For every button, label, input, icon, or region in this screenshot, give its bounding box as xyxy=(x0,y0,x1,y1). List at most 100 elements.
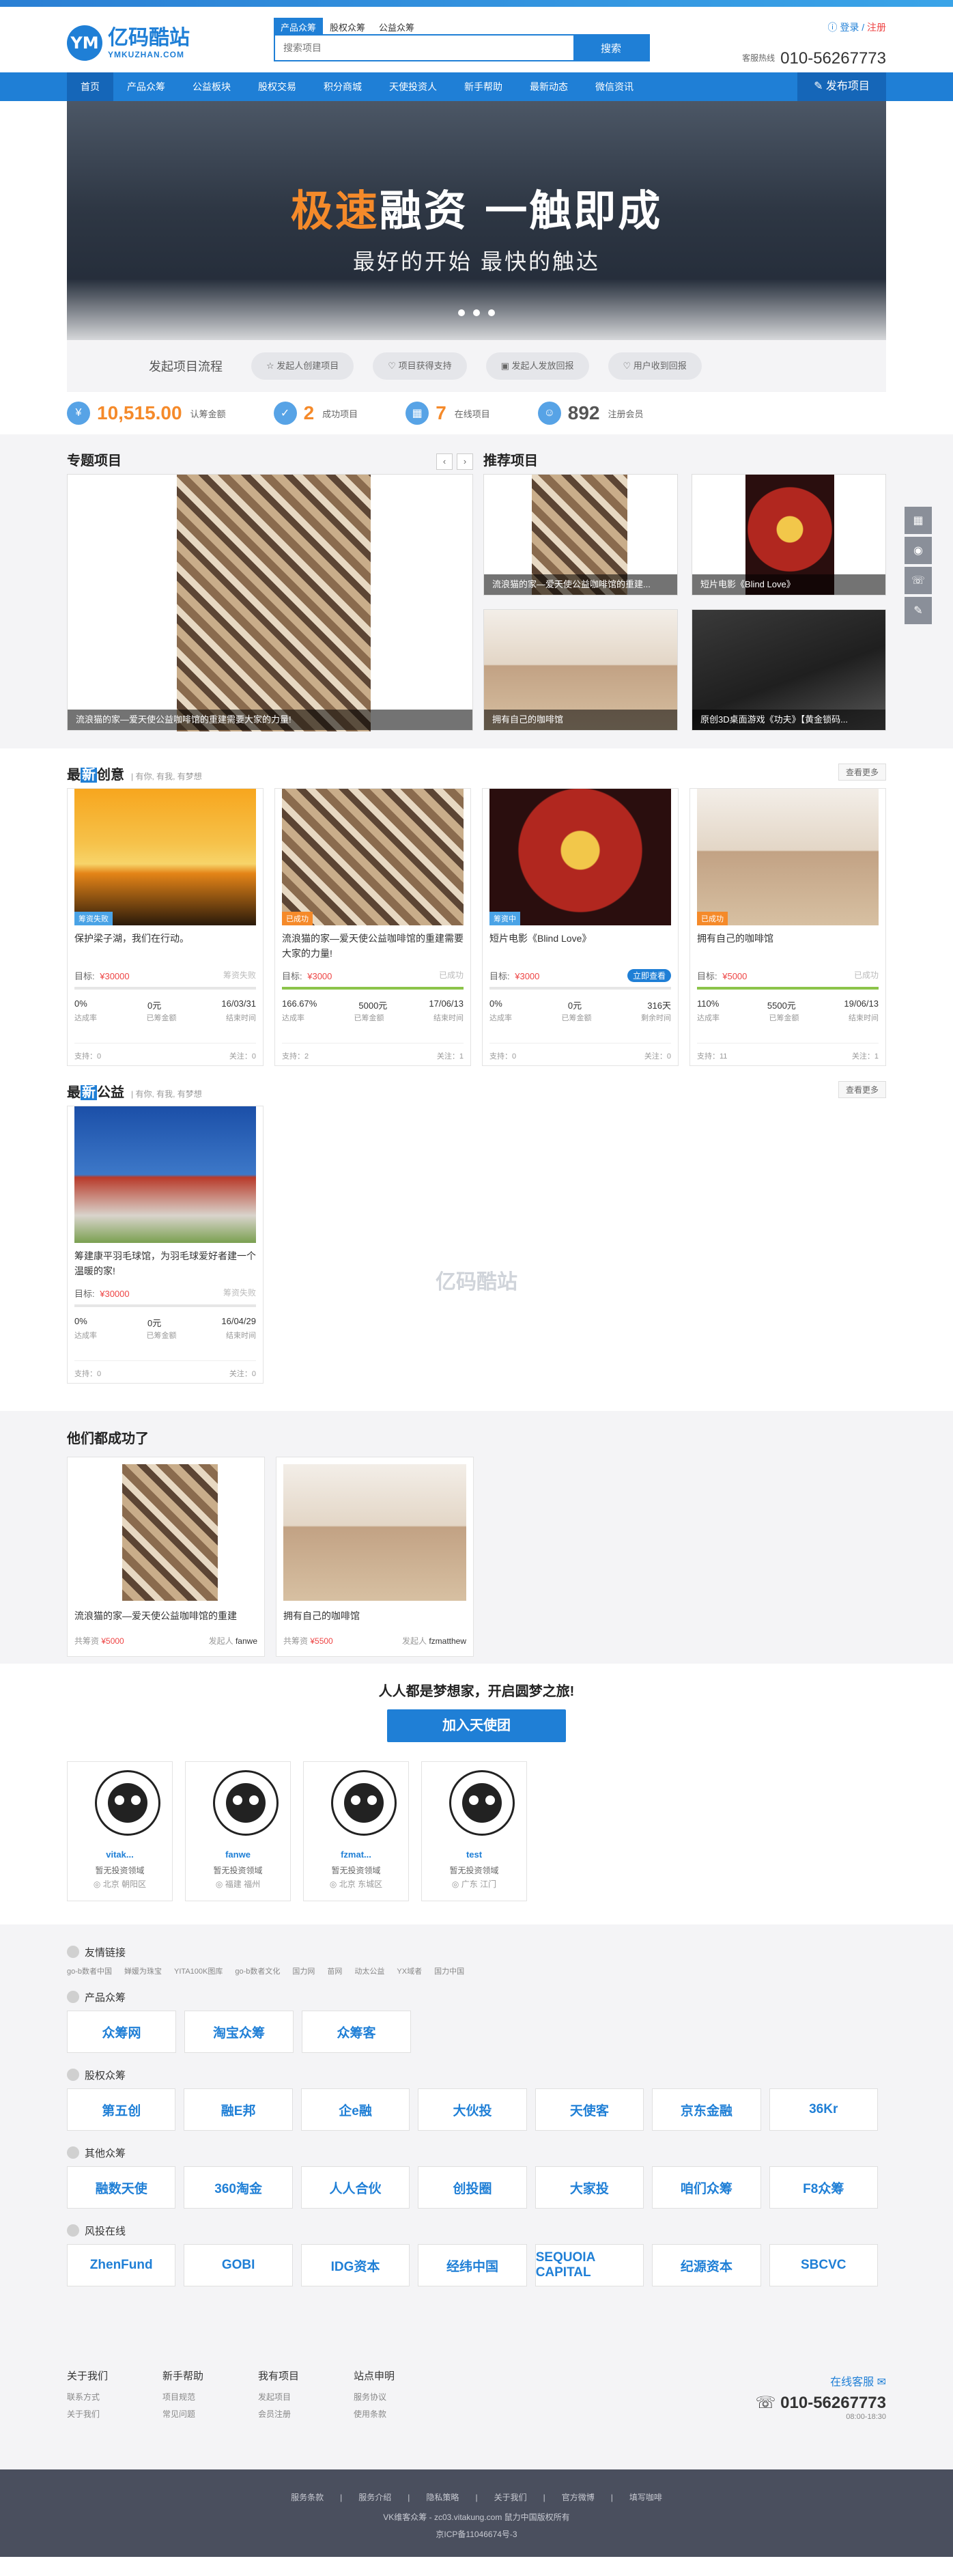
bottom-link[interactable]: 隐私策略 xyxy=(426,2493,459,2502)
nav-home[interactable]: 首页 xyxy=(67,72,113,101)
login-link[interactable]: 登录 xyxy=(840,22,859,33)
partner-logo[interactable]: SBCVC xyxy=(769,2244,878,2286)
friend-link[interactable]: go-b数者文化 xyxy=(235,1965,280,1976)
bottom-link[interactable]: 填写咖啡 xyxy=(629,2493,662,2502)
footer-link[interactable]: 联系方式 xyxy=(67,2391,162,2403)
footer-link[interactable]: 服务协议 xyxy=(354,2391,449,2403)
project-name[interactable]: 流浪猫的家—爱天使公益咖啡馆的重建需要大家的力量! xyxy=(282,931,464,961)
qrcode-icon[interactable]: ▦ xyxy=(905,507,932,534)
partner-logo[interactable]: 大伙投 xyxy=(418,2088,527,2131)
footer-link[interactable]: 会员注册 xyxy=(258,2408,354,2420)
investor-card[interactable]: test 暂无投资领域 ◎ 广东 江门 xyxy=(421,1761,527,1901)
project-name[interactable]: 短片电影《Blind Love》 xyxy=(489,931,671,961)
owner-name[interactable]: fanwe xyxy=(236,1636,257,1646)
nav-points-mall[interactable]: 积分商城 xyxy=(310,72,375,101)
partner-logo[interactable]: F8众筹 xyxy=(769,2166,878,2209)
friend-link[interactable]: YITA100K图库 xyxy=(174,1965,223,1976)
register-link[interactable]: 注册 xyxy=(867,22,886,33)
partner-logo[interactable]: 经纬中国 xyxy=(418,2244,527,2286)
footer-link[interactable]: 关于我们 xyxy=(67,2408,162,2420)
footer-link[interactable]: 使用条款 xyxy=(354,2408,449,2420)
publish-project-button[interactable]: ✎ 发布项目 xyxy=(797,72,886,101)
partner-logo[interactable]: 360淘金 xyxy=(184,2166,293,2209)
project-name[interactable]: 拥有自己的咖啡馆 xyxy=(697,931,879,961)
nav-product[interactable]: 产品众筹 xyxy=(113,72,179,101)
partner-logo[interactable]: 天使客 xyxy=(535,2088,644,2131)
partner-logo[interactable]: 京东金融 xyxy=(652,2088,761,2131)
nav-news[interactable]: 最新动态 xyxy=(516,72,582,101)
investor-card[interactable]: vitak... 暂无投资领域 ◎ 北京 朝阳区 xyxy=(67,1761,173,1901)
partner-logo[interactable]: 人人合伙 xyxy=(300,2166,410,2209)
partner-logo[interactable]: 咱们众筹 xyxy=(652,2166,761,2209)
footer-link[interactable]: 发起项目 xyxy=(258,2391,354,2403)
partner-logo[interactable]: IDG资本 xyxy=(300,2244,410,2286)
next-arrow-icon[interactable]: › xyxy=(457,453,473,470)
hero-banner[interactable]: 极速融资 一触即成 最好的开始 最快的触达 xyxy=(67,101,886,340)
search-button[interactable]: 搜索 xyxy=(573,36,649,60)
partner-logo[interactable]: SEQUOIA CAPITAL xyxy=(535,2244,644,2286)
online-service-link[interactable]: 在线客服 ✉ xyxy=(755,2372,886,2389)
partner-logo[interactable]: 纪源资本 xyxy=(652,2244,761,2286)
friend-link[interactable]: go-b数者中国 xyxy=(67,1965,112,1976)
project-name[interactable]: 筹建康平羽毛球馆，为羽毛球爱好者建一个温暖的家! xyxy=(74,1248,256,1278)
project-card[interactable]: 筹建康平羽毛球馆，为羽毛球爱好者建一个温暖的家! 目标: ¥30000 筹资失败 0%… xyxy=(67,1106,264,1384)
investor-name[interactable]: test xyxy=(422,1849,526,1860)
banner-dot[interactable] xyxy=(473,309,480,316)
investor-name[interactable]: fzmat... xyxy=(304,1849,408,1860)
investor-name[interactable]: fanwe xyxy=(186,1849,290,1860)
project-card[interactable]: 已成功 流浪猫的家—爱天使公益咖啡馆的重建需要大家的力量! 目标: ¥3000 已成功… xyxy=(274,788,471,1066)
special-project-card[interactable]: 流浪猫的家—爱天使公益咖啡馆的重建需要大家的力量! xyxy=(67,474,473,731)
project-card[interactable]: 筹资失败 保护梁子湖，我们在行动。 目标: ¥30000 筹资失败 0% 0元 16/03/… xyxy=(67,788,264,1066)
prev-arrow-icon[interactable]: ‹ xyxy=(436,453,453,470)
partner-logo[interactable]: 36Kr xyxy=(769,2088,878,2131)
search-input[interactable] xyxy=(275,36,573,60)
recommended-card[interactable]: 拥有自己的咖啡馆 xyxy=(483,609,678,731)
project-status[interactable]: 立即查看 xyxy=(627,969,671,982)
partner-logo[interactable]: 众筹网 xyxy=(67,2011,176,2053)
recommended-card[interactable]: 原创3D桌面游戏《功夫》【黄金锁码... xyxy=(692,609,886,731)
investor-card[interactable]: fanwe 暂无投资领域 ◎ 福建 福州 xyxy=(185,1761,291,1901)
bottom-link[interactable]: 官方微博 xyxy=(562,2493,595,2502)
partner-logo[interactable]: 融数天使 xyxy=(67,2166,176,2209)
qq-icon[interactable]: ◉ xyxy=(905,537,932,564)
friend-link[interactable]: 苗网 xyxy=(327,1965,342,1976)
banner-dot[interactable] xyxy=(488,309,495,316)
site-logo[interactable]: YM 亿码酷站 YMKUZHAN.COM xyxy=(67,22,203,64)
partner-logo[interactable]: ZhenFund xyxy=(67,2244,176,2286)
partner-logo[interactable]: 淘宝众筹 xyxy=(184,2011,294,2053)
success-card[interactable]: 流浪猫的家—爱天使公益咖啡馆的重建 共筹资 ¥5000 发起人 fanwe xyxy=(67,1457,265,1657)
bottom-link[interactable]: 服务条款 xyxy=(291,2493,324,2502)
project-card[interactable]: 已成功 拥有自己的咖啡馆 目标: ¥5000 已成功 110% 5500元 19/06/13… xyxy=(689,788,886,1066)
partner-logo[interactable]: 第五创 xyxy=(67,2088,176,2131)
bottom-link[interactable]: 关于我们 xyxy=(494,2493,527,2502)
nav-angel-investors[interactable]: 天使投资人 xyxy=(375,72,451,101)
recommended-card[interactable]: 短片电影《Blind Love》 xyxy=(692,474,886,596)
partner-logo[interactable]: GOBI xyxy=(184,2244,293,2286)
bottom-link[interactable]: 服务介绍 xyxy=(358,2493,391,2502)
partner-logo[interactable]: 众筹客 xyxy=(302,2011,411,2053)
owner-name[interactable]: fzmatthew xyxy=(429,1636,466,1646)
charity-more-button[interactable]: 查看更多 xyxy=(838,1081,886,1098)
friend-link[interactable]: YX域者 xyxy=(397,1965,422,1976)
success-card[interactable]: 拥有自己的咖啡馆 共筹资 ¥5500 发起人 fzmatthew xyxy=(276,1457,474,1657)
nav-charity[interactable]: 公益板块 xyxy=(179,72,244,101)
join-angel-button[interactable]: 加入天使团 xyxy=(387,1709,566,1742)
partner-logo[interactable]: 大家投 xyxy=(535,2166,644,2209)
investor-card[interactable]: fzmat... 暂无投资领域 ◎ 北京 东城区 xyxy=(303,1761,409,1901)
investor-name[interactable]: vitak... xyxy=(68,1849,172,1860)
friend-link[interactable]: 婵媛为珠宝 xyxy=(124,1965,162,1976)
friend-link[interactable]: 国力中国 xyxy=(434,1965,464,1976)
nav-equity[interactable]: 股权交易 xyxy=(244,72,310,101)
phone-icon[interactable]: ☏ xyxy=(905,567,932,594)
recommended-card[interactable]: 流浪猫的家—爱天使公益咖啡馆的重建... xyxy=(483,474,678,596)
footer-link[interactable]: 常见问题 xyxy=(162,2408,258,2420)
friend-link[interactable]: 国力网 xyxy=(292,1965,315,1976)
nav-wechat[interactable]: 微信资讯 xyxy=(582,72,647,101)
search-tab-charity[interactable]: 公益众筹 xyxy=(372,18,421,34)
partner-logo[interactable]: 企e融 xyxy=(300,2088,410,2131)
nav-help[interactable]: 新手帮助 xyxy=(451,72,516,101)
search-tab-equity[interactable]: 股权众筹 xyxy=(323,18,372,34)
search-tab-product[interactable]: 产品众筹 xyxy=(274,18,324,34)
project-name[interactable]: 保护梁子湖，我们在行动。 xyxy=(74,931,256,961)
project-card[interactable]: 筹资中 短片电影《Blind Love》 目标: ¥3000 立即查看 0% 0元 316天… xyxy=(482,788,679,1066)
